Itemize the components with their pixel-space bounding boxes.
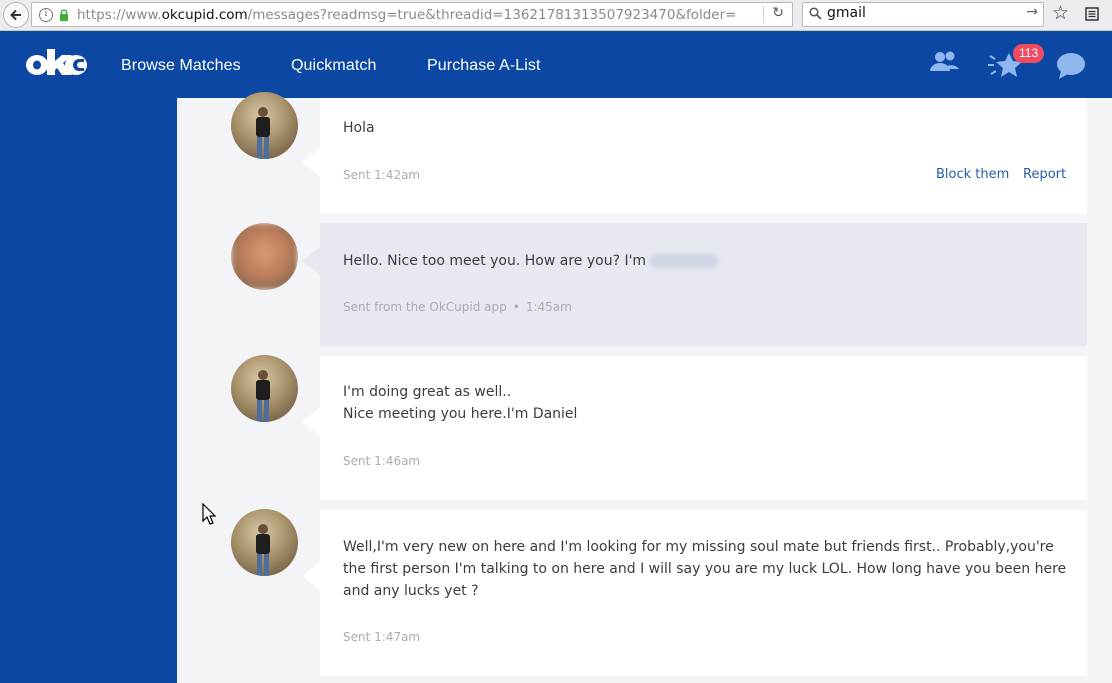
info-icon[interactable]: i (39, 7, 53, 22)
bubble-tail (302, 247, 320, 275)
person-photo (256, 370, 270, 422)
nav-purchase-a-list[interactable]: Purchase A-List (427, 57, 541, 75)
people-icon[interactable] (929, 51, 959, 75)
nav-quickmatch[interactable]: Quickmatch (291, 57, 376, 75)
message-timestamp: Sent 1:42am (343, 168, 421, 182)
avatar[interactable] (231, 92, 298, 159)
message-text-content: Hello. Nice too meet you. How are you? I… (343, 253, 647, 269)
message-card: I'm doing great as well.. Nice meeting y… (302, 356, 1087, 500)
reader-view-icon[interactable] (1085, 7, 1099, 21)
sent-source: Sent from the OkCupid app (343, 300, 507, 314)
message-timestamp: Sent from the OkCupid app • 1:45am (343, 300, 572, 314)
message-card: Well,I'm very new on here and I'm lookin… (302, 510, 1087, 676)
messages-bubble-icon[interactable] (1056, 52, 1086, 80)
report-link[interactable]: Report (1023, 167, 1066, 182)
block-them-link[interactable]: Block them (936, 167, 1009, 182)
search-bar[interactable]: gmail → (802, 2, 1044, 27)
message-line: the first person I'm talking to on here … (343, 561, 1067, 577)
left-sidebar (0, 98, 177, 683)
url-prefix: https://www. (77, 6, 162, 23)
mouse-cursor-icon (202, 503, 216, 525)
message-timestamp: Sent 1:46am (343, 454, 421, 468)
okc-logo[interactable] (25, 45, 87, 81)
message-card: Hola Sent 1:42am Block them Report (302, 98, 1087, 214)
message-line: Well,I'm very new on here and I'm lookin… (343, 539, 1054, 555)
back-button[interactable] (3, 2, 29, 28)
lock-icon (60, 8, 68, 21)
url-divider (763, 6, 764, 23)
redacted-name (650, 254, 719, 268)
message-line: Nice meeting you here.I'm Daniel (343, 406, 578, 422)
url-text: https://www.okcupid.com/messages?readmsg… (77, 7, 737, 23)
sent-time: 1:45am (525, 300, 572, 314)
back-arrow-icon (10, 9, 21, 21)
message-text: Hello. Nice too meet you. How are you? I… (343, 250, 719, 272)
browser-toolbar: i https://www.okcupid.com/messages?readm… (0, 0, 1112, 31)
bookmark-star-icon[interactable]: ☆ (1052, 2, 1069, 24)
bubble-tail (302, 408, 320, 436)
meta-dot: • (512, 300, 520, 314)
message-card: Hello. Nice too meet you. How are you? I… (302, 223, 1087, 346)
url-path: /messages?readmsg=true&threadid=13621781… (247, 6, 737, 23)
bubble-tail (302, 562, 320, 590)
person-photo (256, 107, 270, 159)
message-text: Well,I'm very new on here and I'm lookin… (343, 536, 1066, 602)
url-host: okcupid.com (161, 6, 248, 23)
address-bar[interactable]: i https://www.okcupid.com/messages?readm… (31, 2, 793, 27)
nav-browse-matches[interactable]: Browse Matches (121, 57, 241, 75)
notification-badge: 113 (1013, 44, 1045, 63)
avatar[interactable] (231, 355, 298, 422)
avatar[interactable] (231, 223, 298, 290)
message-line: and any lucks yet ? (343, 583, 479, 599)
search-icon (809, 7, 822, 20)
bubble-tail (302, 148, 320, 176)
message-text: I'm doing great as well.. Nice meeting y… (343, 381, 577, 425)
site-header: Browse Matches Quickmatch Purchase A-Lis… (0, 31, 1112, 98)
person-photo (256, 524, 270, 576)
message-text: Hola (343, 120, 375, 136)
avatar[interactable] (231, 509, 298, 576)
search-go-icon[interactable]: → (1026, 4, 1038, 20)
search-input[interactable]: gmail (827, 5, 866, 21)
message-timestamp: Sent 1:47am (343, 630, 421, 644)
message-line: I'm doing great as well.. (343, 384, 512, 400)
reload-icon[interactable]: ↻ (772, 5, 784, 21)
